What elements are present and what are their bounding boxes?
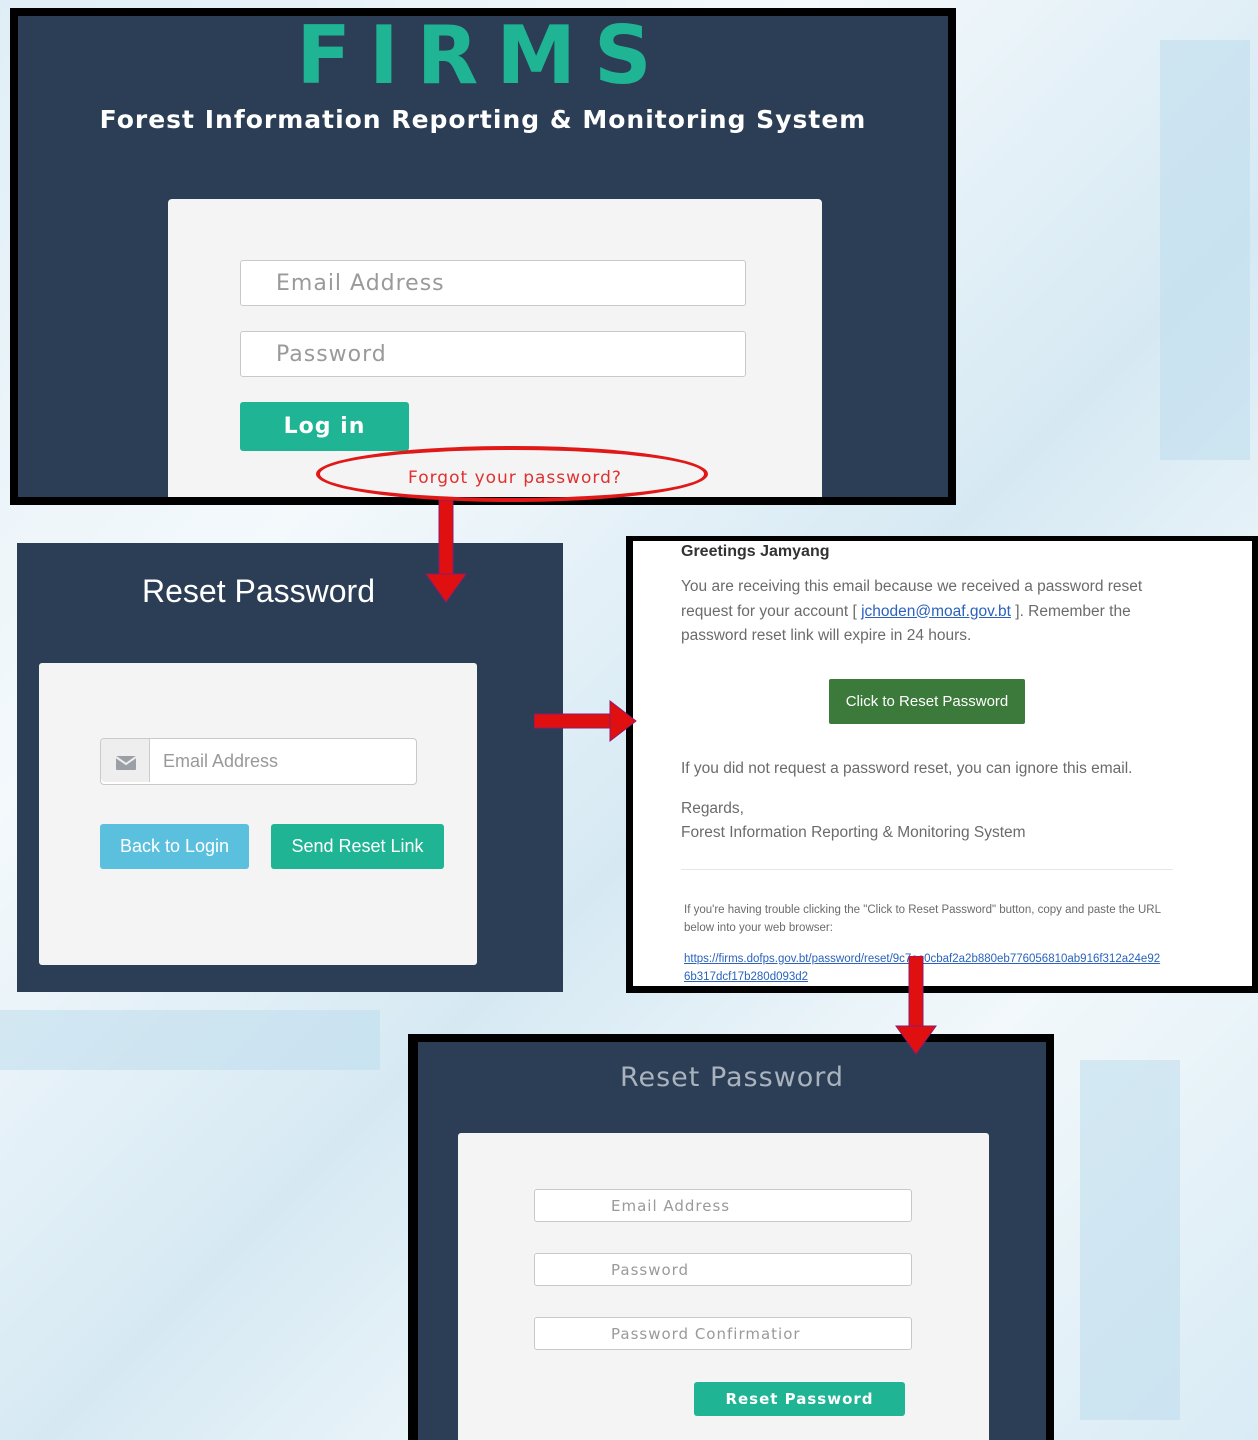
email-body: Greetings Jamyang You are receiving this… xyxy=(633,541,1252,986)
arrow-right-icon xyxy=(534,699,637,743)
envelope-icon xyxy=(101,739,150,782)
reset-form-page: Reset Password Email Address Password Pa… xyxy=(418,1042,1046,1440)
password-confirmation-field[interactable]: Password Confirmatior xyxy=(534,1317,912,1350)
password-field[interactable]: Password xyxy=(534,1253,912,1286)
highlight-oval xyxy=(316,446,708,502)
reset-password-button[interactable]: Reset Password xyxy=(694,1382,905,1416)
background-decoration xyxy=(1160,40,1250,460)
send-reset-link-button[interactable]: Send Reset Link xyxy=(271,824,444,869)
email-field[interactable]: Email Address xyxy=(240,260,746,306)
password-field[interactable]: Password xyxy=(240,331,746,377)
email-placeholder: Email Address xyxy=(163,751,279,771)
email-input-group[interactable]: Email Address xyxy=(100,738,417,785)
system-subtitle: Forest Information Reporting & Monitorin… xyxy=(99,105,867,134)
reset-email-screenshot: Greetings Jamyang You are receiving this… xyxy=(626,536,1258,993)
divider xyxy=(681,869,1173,870)
regards-text: Regards, xyxy=(681,800,744,817)
brand-logo-text: FIRMS xyxy=(296,16,670,102)
back-to-login-button[interactable]: Back to Login xyxy=(100,824,249,869)
arrow-down-icon xyxy=(895,956,937,1055)
email-message: You are receiving this email because we … xyxy=(681,575,1171,649)
signature-system-name: Forest Information Reporting & Monitorin… xyxy=(681,824,1026,841)
click-to-reset-button[interactable]: Click to Reset Password xyxy=(829,679,1025,724)
background-decoration xyxy=(1080,1060,1180,1420)
login-screenshot: FIRMS Forest Information Reporting & Mon… xyxy=(10,8,956,505)
email-greeting: Greetings Jamyang xyxy=(681,543,830,560)
reset-form-card: Email Address Password Password Confirma… xyxy=(458,1133,989,1440)
account-email-link[interactable]: jchoden@moaf.gov.bt xyxy=(861,603,1011,620)
reset-form-screenshot: Reset Password Email Address Password Pa… xyxy=(408,1034,1054,1440)
login-button[interactable]: Log in xyxy=(240,402,409,451)
reset-form-title: Reset Password xyxy=(619,1062,845,1093)
background-decoration xyxy=(0,1010,380,1070)
ignore-notice: If you did not request a password reset,… xyxy=(681,760,1133,777)
email-field[interactable]: Email Address xyxy=(534,1189,912,1222)
trouble-notice: If you're having trouble clicking the "C… xyxy=(684,904,1161,934)
reset-request-card: Email Address Back to Login Send Reset L… xyxy=(39,663,477,965)
login-page: FIRMS Forest Information Reporting & Mon… xyxy=(18,16,948,497)
arrow-down-icon xyxy=(425,500,467,603)
reset-request-screenshot: Reset Password Email Address Back to Log… xyxy=(17,543,563,992)
